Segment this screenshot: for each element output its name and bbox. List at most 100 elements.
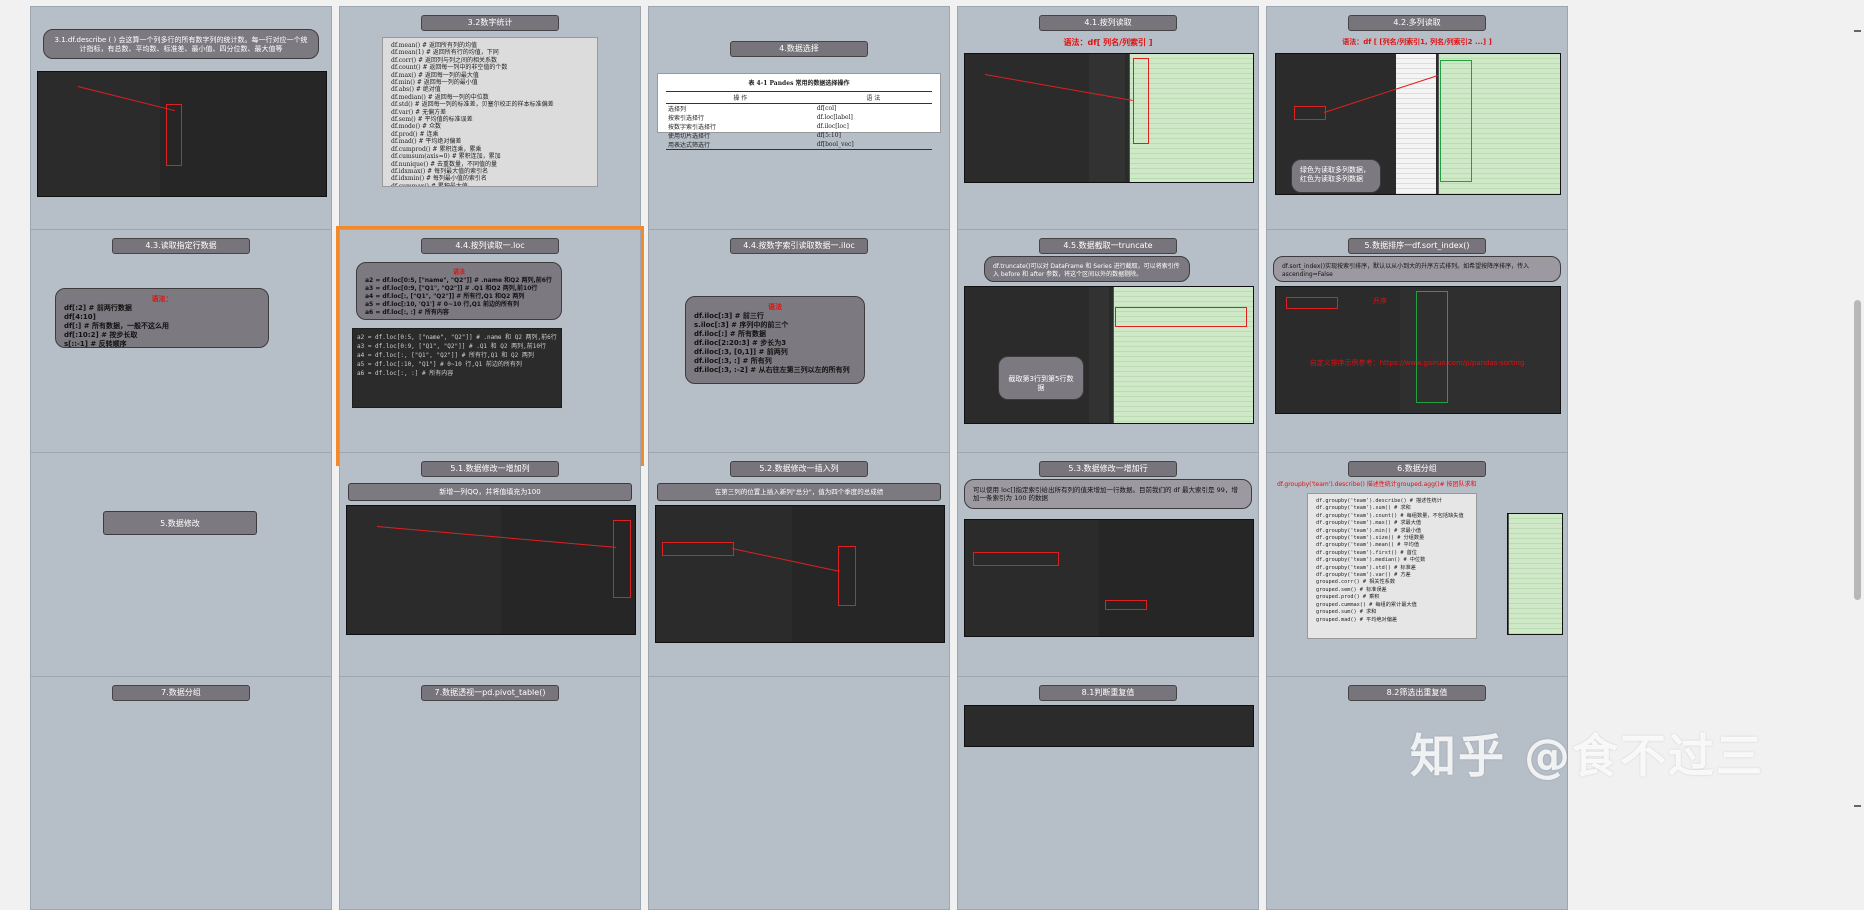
- syntax-label: 语法: [768, 303, 782, 311]
- slide-46[interactable]: 7.数据分组: [30, 676, 332, 910]
- slide-sorter-grid: 3.1.df.describe ( ) 会这算一个列多行的所有数字列的统计数。每…: [0, 0, 1850, 910]
- slide-39[interactable]: 4.5.数据截取一truncate df.truncate()可以对 DataF…: [957, 229, 1259, 463]
- slide-50[interactable]: 8.2筛选出重复值: [1266, 676, 1568, 910]
- slide-title: 5.1.数据修改一增加列: [421, 461, 559, 477]
- slide-38[interactable]: 4.4.按数字索引读取数据一.iloc 语法 df.iloc[:3] # 前三行…: [648, 229, 950, 463]
- table-cell: df[bool_vec]: [814, 140, 932, 150]
- screenshot: [346, 505, 636, 635]
- text-line: df.max() # 返回每一列的最大值: [391, 71, 479, 79]
- table-row: 用表达式筛选行 df[bool_vec]: [666, 140, 932, 150]
- text-line: a2 = df.loc[0:5, ["name", "Q2"]] # .name…: [357, 334, 557, 341]
- table-header: 语 法: [814, 91, 932, 104]
- slide-title: 4.4.按数字索引读取数据一.iloc: [730, 238, 868, 254]
- text-line: grouped.agg(): [1396, 481, 1440, 488]
- text-line: a6 = df.loc[:, :] # 所有内容: [357, 370, 454, 377]
- text-line: df.std() # 返回每一列的标准差，贝塞尔校正的样本标准偏差: [391, 101, 554, 109]
- text-line: df.cummax() # 累积最大值: [391, 182, 468, 187]
- red-notes: df.groupby('team').describe() 描述性统计group…: [1277, 481, 1477, 489]
- text-line: df.groupby('team').std() # 标准差: [1316, 564, 1416, 571]
- slide-40[interactable]: 5.数据排序一df.sort_index() df.sort_index()实现…: [1266, 229, 1568, 463]
- slide-31[interactable]: 3.1.df.describe ( ) 会这算一个列多行的所有数字列的统计数。每…: [30, 6, 332, 240]
- text-line: df.nunique() # 去重数量，不同值的量: [391, 160, 498, 168]
- text-line: df.idxmin() # 每列最小值的索引名: [391, 175, 487, 183]
- slide-34[interactable]: 4.1.按列读取 语法：df[ 列名/列索引 ]: [957, 6, 1259, 240]
- code-block: a2 = df.loc[0:5, ["name", "Q2"]] # .name…: [352, 328, 562, 408]
- text-line: df[4:10]: [64, 313, 96, 321]
- table-cell: 按索引选择行: [668, 115, 705, 122]
- scroll-down-mark[interactable]: [1854, 805, 1861, 807]
- slide-35[interactable]: 4.2.多列读取 语法：df [ [列名/列索引1, 列名/列索引2 ...] …: [1266, 6, 1568, 240]
- slide-44[interactable]: 5.3.数据修改一增加行 可以使用 loc[]指定索引给出所有列的值来增加一行数…: [957, 452, 1259, 686]
- text-line: a5 = df.loc[:10, 'Q1'] # 0~10 行,Q1 前边的所有…: [365, 301, 520, 308]
- text-line: df.mad() # 平均绝对偏差: [391, 138, 462, 146]
- text-line: df.iloc[:3, :-2] # 从右往左第三列以左的所有列: [694, 366, 850, 374]
- syntax-label: 语法: [452, 269, 465, 276]
- slide-32[interactable]: 3.2数字统计 df.mean() # 返回所有列的均值 df.mean(1) #…: [339, 6, 641, 240]
- stats-method-list: df.mean() # 返回所有列的均值 df.mean(1) # 返回所有行的均…: [382, 37, 598, 187]
- text-line: grouped.sum() # 求和: [1316, 609, 1377, 616]
- syntax-label: 语法：df [ [列名/列索引1, 列名/列索引2 ...] ]: [1342, 38, 1492, 46]
- scrollbar-thumb[interactable]: [1854, 300, 1861, 600]
- slide-47[interactable]: 7.数据透视一pd.pivot_table(): [339, 676, 641, 910]
- text-line: # 按团队求和: [1439, 481, 1477, 488]
- text-line: grouped.prod() # 乘积: [1316, 594, 1380, 601]
- note-bubble: 截取第3行到第5行数据: [998, 356, 1084, 400]
- slide-48[interactable]: [648, 676, 950, 910]
- groupby-list: df.groupby('team').describe() # 描述性统计 df.…: [1307, 493, 1477, 639]
- slide-42[interactable]: 5.1.数据修改一增加列 新增一列QQ，并将值填充为100: [339, 452, 641, 686]
- table-cell: df[5:10]: [816, 132, 841, 139]
- slide-title: 4.3.读取指定行数据: [112, 238, 250, 254]
- slide-41[interactable]: 5.数据修改: [30, 452, 332, 686]
- slide-36[interactable]: 4.3.读取指定行数据 语法： df[:2] # 前两行数据 df[4:10] df…: [30, 229, 332, 463]
- zhihu-watermark: 知乎 @食不过三: [1410, 729, 1765, 783]
- slide-33[interactable]: 4.数据选择 表 4-1 Pandes 常用的数据选择操作 操 作语 法 选择列…: [648, 6, 950, 240]
- table-row: 选择列 df[col]: [666, 104, 932, 113]
- text-line: a6 = df.loc[:, :] # 所有内容: [365, 309, 449, 316]
- screenshot: [964, 53, 1254, 183]
- slide-43[interactable]: 5.2.数据修改一插入列 在第三列的位置上插入新列"总分"，值为四个季度的总成绩: [648, 452, 950, 686]
- text-line: a4 = df.loc[:, ["Q1", "Q2"]] # 所有行,Q1 和Q…: [365, 293, 525, 300]
- text-line: df[:10:2] # 按步长取: [64, 331, 138, 339]
- text-line: df.iloc[:3, :] # 所有列: [694, 357, 772, 365]
- text-line: grouped.corr() # 相关性系数: [1316, 579, 1396, 586]
- table-cell: 用表达式筛选行: [666, 140, 815, 150]
- slide-45[interactable]: 6.数据分组 df.groupby('team').describe() 描述性…: [1266, 452, 1568, 686]
- text-line: df.count() # 返回每一列中的非空值的个数: [391, 64, 508, 72]
- screenshot: [1507, 513, 1563, 635]
- ascending-label: 升序: [1373, 297, 1387, 305]
- screenshot: [964, 705, 1254, 747]
- slide-title: 7.数据透视一pd.pivot_table(): [421, 685, 559, 701]
- slide-title: 3.2数字统计: [421, 15, 559, 31]
- scroll-up-mark[interactable]: [1854, 30, 1861, 32]
- slide-title: 5.数据排序一df.sort_index(): [1348, 238, 1486, 254]
- slide-title: 4.4.按列读取一.loc: [421, 238, 559, 254]
- slide-title: 8.1判断重复值: [1039, 685, 1177, 701]
- text-line: df.mean(1) # 返回所有行的均值，下同: [391, 49, 499, 57]
- slide-title: 7.数据分组: [112, 685, 250, 701]
- text-line: df.iloc[:3, [0,1]] # 前两列: [694, 348, 788, 356]
- vertical-scrollbar[interactable]: [1850, 0, 1864, 832]
- table-row: 按索引选择行 df.loc[label]: [666, 113, 932, 122]
- sort-bubble: df.sort_index()实现按索引排序，默认以从小到大的升序方式排列。如希…: [1273, 256, 1561, 282]
- describe-bubble: 3.1.df.describe ( ) 会这算一个列多行的所有数字列的统计数。每…: [43, 29, 319, 59]
- text-line: a4 = df.loc[:, ["Q1", "Q2"]] # 所有行,Q1 和 …: [357, 352, 534, 359]
- text-line: df.groupby('team').max() # 求最大值: [1316, 520, 1422, 527]
- table-cell: df.loc[label]: [816, 114, 853, 121]
- text-line: df.cumsum(axis=0) # 累积连加，累加: [391, 153, 501, 161]
- table-row: 使用切片选择行 df[5:10]: [666, 131, 932, 140]
- text-line: a5 = df.loc[:10, "Q1"] # 0~10 行,Q1 前边的所有…: [357, 361, 522, 368]
- selection-table: 表 4-1 Pandes 常用的数据选择操作 操 作语 法 选择列 df[col]…: [657, 73, 941, 150]
- text-line: df.mode() # 众数: [391, 123, 441, 131]
- text-line: df.groupby('team').mean() # 平均值: [1316, 542, 1420, 549]
- desc-bubble: 在第三列的位置上插入新列"总分"，值为四个季度的总成绩: [657, 483, 941, 501]
- slide-title: 8.2筛选出重复值: [1348, 685, 1486, 701]
- syntax-bubble: 语法 df.iloc[:3] # 前三行 s.iloc[:3] # 序列中的前三个…: [685, 296, 865, 384]
- text-line: df.var() # 无偏方差: [391, 108, 447, 116]
- text-line: grouped.mad() # 平均绝对偏差: [1316, 616, 1398, 623]
- slide-49[interactable]: 8.1判断重复值: [957, 676, 1259, 910]
- text-line: s[::-1] # 反转顺序: [64, 340, 127, 348]
- text-line: df.iloc[:] # 所有数据: [694, 330, 767, 338]
- slide-37[interactable]: 4.4.按列读取一.loc 语法 a2 = df.loc[0:5, ["name…: [336, 226, 644, 466]
- table-cell: 使用切片选择行: [668, 133, 711, 140]
- sort-note: 自定义排序示例参考：https://www.gairuo.com/p/panda…: [1309, 359, 1525, 367]
